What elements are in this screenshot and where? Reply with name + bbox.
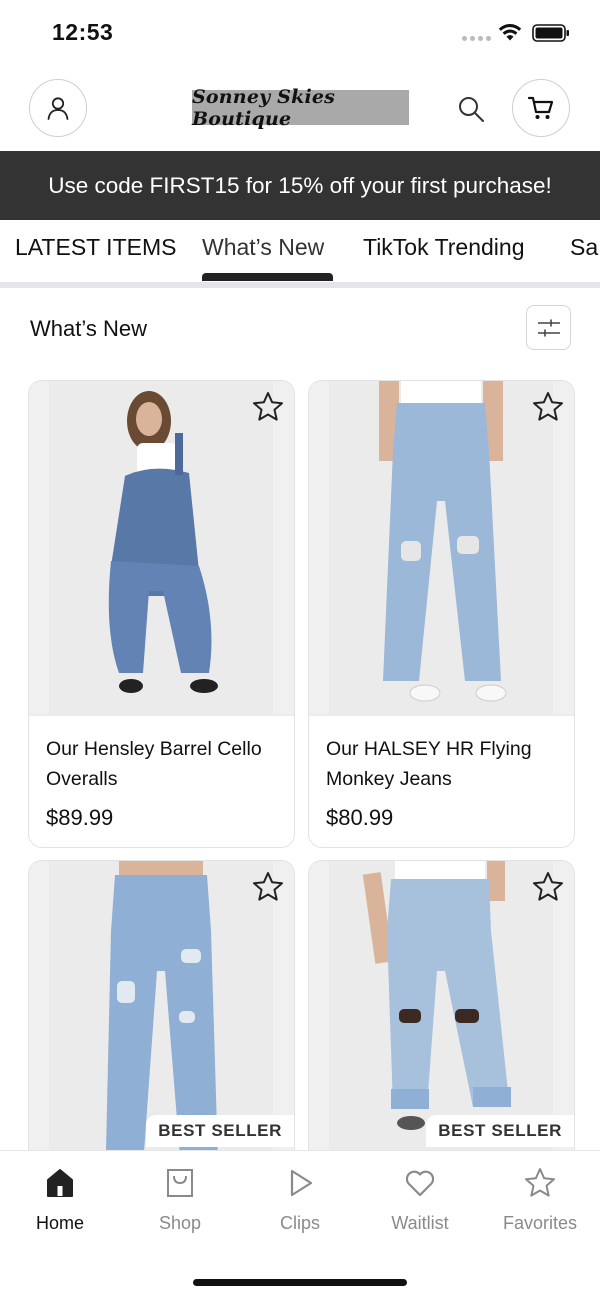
home-icon bbox=[47, 1169, 73, 1197]
product-name[interactable]: Our Hensley Barrel Cello Overalls bbox=[46, 734, 276, 794]
favorite-star-icon[interactable] bbox=[251, 870, 285, 904]
tabs-divider bbox=[0, 282, 600, 288]
play-icon bbox=[290, 1169, 313, 1197]
favorite-star-icon[interactable] bbox=[251, 390, 285, 424]
home-indicator bbox=[193, 1279, 407, 1286]
nav-home[interactable]: Home bbox=[0, 1166, 120, 1241]
cart-button[interactable] bbox=[512, 79, 570, 137]
promo-banner[interactable]: Use code FIRST15 for 15% off your first … bbox=[0, 151, 600, 220]
nav-waitlist[interactable]: Waitlist bbox=[360, 1166, 480, 1241]
star-icon bbox=[525, 1168, 555, 1197]
filter-button[interactable] bbox=[526, 305, 571, 350]
nav-label: Waitlist bbox=[391, 1213, 449, 1233]
signal-icon bbox=[462, 36, 491, 41]
account-button[interactable] bbox=[29, 79, 87, 137]
shopping-bag-icon bbox=[167, 1169, 193, 1197]
nav-label: Clips bbox=[279, 1213, 320, 1233]
product-card[interactable]: Our Hensley Barrel Cello Overalls $89.99 bbox=[28, 380, 295, 848]
tab-latest-items[interactable]: LATEST ITEMS bbox=[15, 234, 176, 261]
section-title: What’s New bbox=[30, 316, 147, 341]
favorite-star-icon[interactable] bbox=[531, 870, 565, 904]
user-icon bbox=[47, 97, 69, 120]
active-tab-indicator bbox=[202, 273, 333, 281]
nav-label: Favorites bbox=[502, 1213, 578, 1233]
category-tabs: LATEST ITEMS What’s New TikTok Trending … bbox=[0, 220, 600, 282]
best-seller-badge: BEST SELLER bbox=[146, 1115, 294, 1147]
search-icon[interactable] bbox=[456, 94, 486, 124]
cart-icon bbox=[527, 96, 554, 119]
status-time: 12:53 bbox=[52, 19, 114, 45]
app-header: Sonney Skies Boutique bbox=[0, 66, 600, 151]
nav-favorites[interactable]: Favorites bbox=[480, 1166, 600, 1241]
product-image[interactable] bbox=[29, 381, 294, 714]
nav-shop[interactable]: Shop bbox=[120, 1166, 240, 1241]
brand-logo[interactable]: Sonney Skies Boutique bbox=[192, 86, 409, 130]
promo-text: Use code FIRST15 for 15% off your first … bbox=[48, 172, 552, 198]
heart-icon bbox=[405, 1170, 435, 1197]
favorite-star-icon[interactable] bbox=[531, 390, 565, 424]
best-seller-badge: BEST SELLER bbox=[426, 1115, 574, 1147]
status-bar: 12:53 bbox=[0, 0, 600, 66]
bottom-navigation: Home Shop Clips Waitlist Favorites bbox=[0, 1150, 600, 1299]
tab-whats-new[interactable]: What’s New bbox=[202, 234, 324, 261]
wifi-icon bbox=[498, 24, 522, 41]
battery-icon bbox=[532, 24, 569, 42]
nav-clips[interactable]: Clips bbox=[240, 1166, 360, 1241]
nav-label: Shop bbox=[158, 1213, 202, 1233]
tab-sale[interactable]: Sa bbox=[570, 234, 598, 261]
product-image[interactable] bbox=[309, 381, 574, 714]
product-price: $80.99 bbox=[326, 805, 394, 830]
product-card[interactable]: Our HALSEY HR Flying Monkey Jeans $80.99 bbox=[308, 380, 575, 848]
product-name[interactable]: Our HALSEY HR Flying Monkey Jeans bbox=[326, 734, 556, 794]
nav-label: Home bbox=[35, 1213, 84, 1233]
sliders-icon bbox=[537, 319, 560, 336]
product-price: $89.99 bbox=[46, 805, 114, 830]
tab-tiktok-trending[interactable]: TikTok Trending bbox=[363, 234, 525, 261]
